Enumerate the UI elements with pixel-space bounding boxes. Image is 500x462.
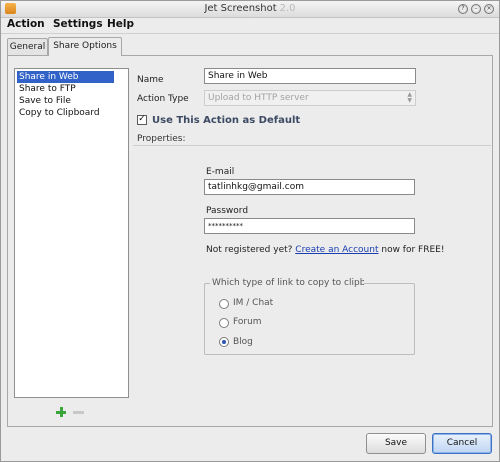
menu-settings[interactable]: Settings	[53, 18, 103, 30]
list-item-copy-to-clipboard[interactable]: Copy to Clipboard	[17, 107, 114, 119]
register-suffix: now for FREE!	[381, 245, 445, 255]
updown-arrows-icon: ▲ ▼	[407, 91, 412, 104]
list-item-save-to-file[interactable]: Save to File	[17, 95, 114, 107]
action-type-label: Action Type	[137, 94, 189, 104]
email-field[interactable]: tatlinhkg@gmail.com	[204, 179, 415, 195]
email-label: E-mail	[206, 167, 235, 177]
radio-blog[interactable]	[219, 337, 229, 347]
link-type-legend: Which type of link to copy to clipboa	[210, 278, 364, 288]
radio-label-forum[interactable]: Forum	[233, 317, 262, 327]
window-title-version: 2.0	[279, 3, 296, 14]
save-button[interactable]: Save	[366, 433, 426, 454]
radio-label-im-chat[interactable]: IM / Chat	[233, 298, 273, 308]
menu-bar: Action Settings Help	[1, 17, 499, 34]
radio-im-chat[interactable]	[219, 299, 229, 309]
password-label: Password	[206, 206, 249, 216]
create-account-link[interactable]: Create an Account	[295, 245, 378, 255]
password-field[interactable]: **********	[204, 218, 415, 234]
name-field[interactable]: Share in Web	[204, 68, 416, 84]
list-item-share-to-ftp[interactable]: Share to FTP	[17, 83, 114, 95]
plus-icon[interactable]	[56, 407, 66, 417]
properties-divider	[133, 145, 491, 146]
tab-share-options[interactable]: Share Options	[48, 37, 122, 56]
radio-forum[interactable]	[219, 318, 229, 328]
menu-help[interactable]: Help	[107, 18, 134, 30]
default-action-label[interactable]: Use This Action as Default	[152, 115, 300, 126]
action-type-select[interactable]: Upload to HTTP server ▲ ▼	[204, 90, 416, 106]
register-prompt: Not registered yet? Create an Account no…	[206, 245, 444, 255]
radio-label-blog[interactable]: Blog	[233, 337, 253, 347]
default-action-checkbox[interactable]: ✓	[137, 115, 147, 125]
name-label: Name	[137, 75, 164, 85]
tab-general[interactable]: General	[7, 38, 48, 55]
menu-action[interactable]: Action	[7, 18, 45, 30]
list-item-share-in-web[interactable]: Share in Web	[17, 71, 114, 83]
window-title: Jet Screenshot 2.0	[204, 3, 296, 14]
properties-label: Properties:	[137, 134, 186, 144]
app-window: Jet Screenshot 2.0 ? – × Action Settings …	[0, 0, 500, 462]
minimize-icon[interactable]: –	[471, 4, 481, 14]
help-icon[interactable]: ?	[458, 4, 468, 14]
register-prefix: Not registered yet?	[206, 245, 293, 255]
action-type-value: Upload to HTTP server	[208, 93, 309, 103]
actions-list[interactable]: Share in Web Share to FTP Save to File C…	[14, 68, 129, 398]
cancel-button[interactable]: Cancel	[432, 433, 492, 454]
close-icon[interactable]: ×	[484, 4, 494, 14]
title-bar: Jet Screenshot 2.0 ? – ×	[1, 1, 499, 18]
minus-icon[interactable]	[73, 411, 84, 414]
